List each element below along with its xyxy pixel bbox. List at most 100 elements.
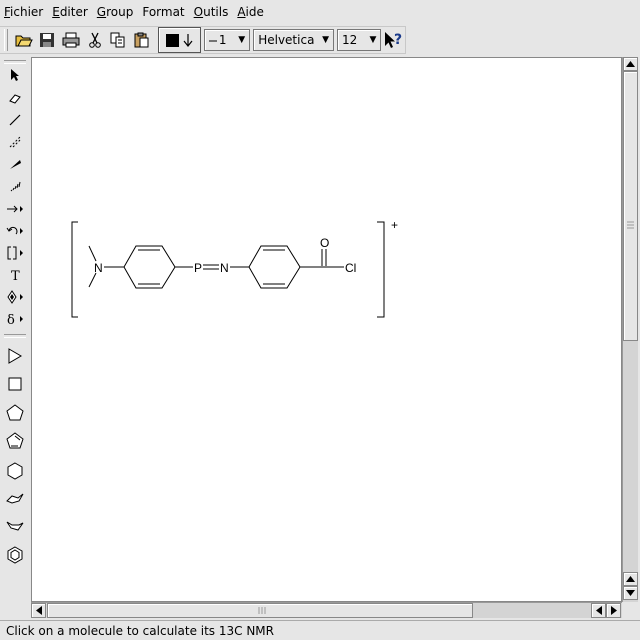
dashed-bond-tool[interactable] — [4, 132, 26, 152]
vertical-scrollbar[interactable] — [622, 57, 638, 602]
copy-icon — [110, 32, 125, 48]
delta-symbol-icon: δ — [7, 313, 23, 326]
svg-text:δ: δ — [7, 313, 15, 326]
vertical-scroll-thumb[interactable] — [623, 71, 638, 341]
triangle-right-icon — [610, 606, 617, 615]
boat-ring-tool[interactable] — [4, 516, 26, 536]
wedge-bond-icon — [10, 160, 21, 169]
square-ring-tool[interactable] — [4, 374, 26, 394]
copy-button[interactable] — [106, 28, 130, 52]
menu-format[interactable]: Format — [142, 5, 184, 19]
menu-aide[interactable]: Aide — [237, 5, 264, 19]
atom-n-imine: N — [220, 261, 229, 275]
font-family-select[interactable]: Helvetica ▼ — [253, 29, 334, 51]
curved-arrow-icon — [6, 226, 23, 235]
hashed-bond-tool[interactable] — [4, 176, 26, 196]
select-tool[interactable] — [4, 65, 26, 85]
font-family-value: Helvetica — [258, 33, 315, 47]
scroll-down-button[interactable] — [623, 586, 638, 600]
atom-n-amine: N — [94, 261, 103, 275]
menu-group[interactable]: Group — [97, 5, 134, 19]
scroll-left-button-right[interactable] — [591, 603, 606, 618]
floppy-disk-icon — [40, 33, 55, 47]
menu-editer[interactable]: Editer — [52, 5, 88, 19]
drawing-canvas[interactable]: + N P N O Cl — [31, 57, 622, 602]
scrollbar-corner — [622, 602, 640, 620]
dashed-bond-icon — [9, 136, 21, 148]
atom-phosphorus: P — [194, 261, 202, 275]
scroll-right-button[interactable] — [606, 603, 621, 618]
cut-button[interactable] — [83, 28, 107, 52]
triangle-down-icon — [626, 590, 635, 596]
eraser-icon — [9, 94, 21, 104]
eraser-tool[interactable] — [4, 88, 26, 108]
line-width-select[interactable]: 1 ▼ — [203, 29, 251, 51]
scroll-left-button[interactable] — [31, 603, 46, 618]
palette-separator — [4, 334, 26, 338]
hashed-wedge-icon — [10, 181, 21, 192]
scroll-up-button-lower[interactable] — [623, 572, 638, 586]
scroll-up-button[interactable] — [623, 57, 638, 71]
whats-this-button[interactable]: ? — [381, 28, 405, 52]
reaction-arrow-icon — [7, 205, 23, 213]
hexagon-ring-tool[interactable] — [4, 461, 26, 481]
toolbar-grip[interactable] — [4, 29, 8, 51]
line-sample-icon — [208, 40, 217, 42]
main-toolbar: 1 ▼ Helvetica ▼ 12 ▼ ? — [0, 26, 406, 54]
menu-bar: Fichier Editer Group Format Outils Aide — [0, 0, 640, 24]
font-size-select[interactable]: 12 ▼ — [336, 29, 382, 51]
chair-ring-tool[interactable] — [4, 489, 26, 509]
pentagon-ring-tool[interactable] — [4, 403, 26, 423]
ring-left-double-left — [129, 251, 138, 267]
arrow-tool[interactable] — [4, 199, 26, 219]
status-text: Click on a molecule to calculate its 13C… — [6, 623, 274, 638]
triangle-ring-tool[interactable] — [4, 346, 26, 366]
triangle-ring-icon — [8, 348, 22, 364]
methyl-bond-upper — [88, 245, 97, 262]
svg-text:?: ? — [394, 32, 402, 48]
cyclopentadiene-ring-tool[interactable] — [4, 431, 26, 451]
horizontal-scrollbar[interactable] — [31, 602, 622, 618]
symbol-tool[interactable]: δ — [4, 309, 26, 329]
printer-icon — [62, 32, 80, 48]
paste-button[interactable] — [130, 28, 154, 52]
hexagon-ring-icon — [7, 462, 23, 480]
benzene-ring-left — [123, 245, 176, 289]
pentagon-ring-icon — [6, 404, 24, 421]
status-bar: Click on a molecule to calculate its 13C… — [0, 620, 640, 640]
wedge-bond-tool[interactable] — [4, 154, 26, 174]
chevron-down-icon: ▼ — [238, 35, 246, 45]
chevron-down-icon: ▼ — [322, 35, 329, 45]
single-bond-icon — [9, 114, 21, 126]
scissors-icon — [88, 32, 101, 48]
orbital-tool[interactable] — [4, 287, 26, 307]
paste-icon — [134, 32, 149, 48]
save-button[interactable] — [36, 28, 60, 52]
horizontal-scroll-thumb[interactable] — [47, 603, 473, 618]
font-size-value: 12 — [341, 33, 358, 47]
whats-this-help-icon: ? — [385, 32, 402, 48]
grip-lines-icon — [258, 607, 266, 614]
single-bond-tool[interactable] — [4, 110, 26, 130]
color-swatch — [165, 33, 179, 47]
curved-arrow-tool[interactable] — [4, 221, 26, 241]
menu-outils[interactable]: Outils — [194, 5, 229, 19]
orbital-icon — [7, 290, 23, 304]
print-button[interactable] — [59, 28, 83, 52]
triangle-up-icon — [626, 576, 635, 582]
arrow-pointer-icon — [11, 69, 19, 81]
chair-conformation-icon — [6, 493, 24, 504]
triangle-left-icon — [35, 606, 42, 615]
open-button[interactable] — [12, 28, 36, 52]
text-icon: T — [11, 269, 20, 282]
molecule-drawing[interactable]: + N P N O Cl — [32, 58, 621, 601]
tool-palette: T δ — [0, 58, 30, 618]
triangle-up-icon — [626, 61, 635, 67]
benzene-ring-right — [248, 245, 301, 289]
color-picker-button[interactable] — [157, 27, 201, 53]
benzene-ring-tool[interactable] — [4, 545, 26, 565]
menu-fichier[interactable]: Fichier — [4, 5, 43, 19]
text-tool[interactable]: T — [4, 265, 26, 285]
bracket-tool[interactable] — [4, 243, 26, 263]
atom-chlorine: Cl — [345, 261, 356, 275]
